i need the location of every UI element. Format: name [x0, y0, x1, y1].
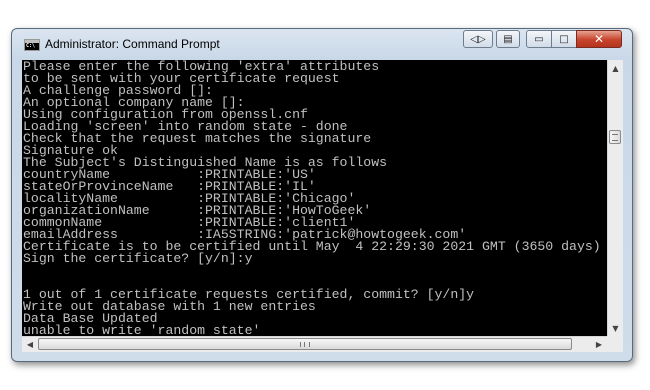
close-icon: ✕	[593, 32, 605, 46]
console-line: Sign the certificate? [y/n]:y	[23, 251, 253, 266]
cmd-icon[interactable]: C:\	[24, 39, 40, 51]
extra-button-2[interactable]: ▤	[496, 30, 520, 48]
horizontal-scrollbar[interactable]: ◀ ▶	[22, 336, 607, 352]
vertical-scroll-thumb[interactable]	[609, 130, 621, 144]
scroll-right-icon[interactable]: ▶	[591, 337, 607, 352]
close-button[interactable]: ✕	[576, 30, 622, 48]
console-output[interactable]: Please enter the following 'extra' attri…	[22, 60, 607, 336]
scroll-left-icon[interactable]: ◀	[22, 337, 38, 352]
cmd-icon-glyph: C:\	[26, 43, 36, 49]
grip-icon	[300, 341, 310, 347]
scroll-down-icon[interactable]: ▼	[608, 320, 623, 336]
vertical-scrollbar[interactable]: ▲ ▼	[607, 60, 623, 336]
maximize-icon: □	[559, 33, 569, 45]
minimize-icon: ▭	[534, 33, 544, 45]
title-bar[interactable]: C:\ Administrator: Command Prompt ◁▷ ▤ ▭…	[12, 29, 632, 59]
minimize-button[interactable]: ▭	[526, 30, 552, 48]
window-title: Administrator: Command Prompt	[45, 37, 220, 51]
arrows-icon: ◁▷	[470, 33, 486, 45]
scrollbar-corner	[607, 336, 623, 352]
extra-button-1[interactable]: ◁▷	[463, 30, 493, 48]
horizontal-scroll-thumb[interactable]	[38, 338, 572, 350]
console-line: unable to write 'random state'	[23, 323, 261, 336]
console-text: Please enter the following 'extra' attri…	[22, 60, 607, 336]
pages-icon: ▤	[503, 33, 513, 45]
command-prompt-window[interactable]: C:\ Administrator: Command Prompt ◁▷ ▤ ▭…	[11, 28, 633, 362]
scroll-up-icon[interactable]: ▲	[608, 60, 623, 76]
maximize-button[interactable]: □	[551, 30, 577, 48]
